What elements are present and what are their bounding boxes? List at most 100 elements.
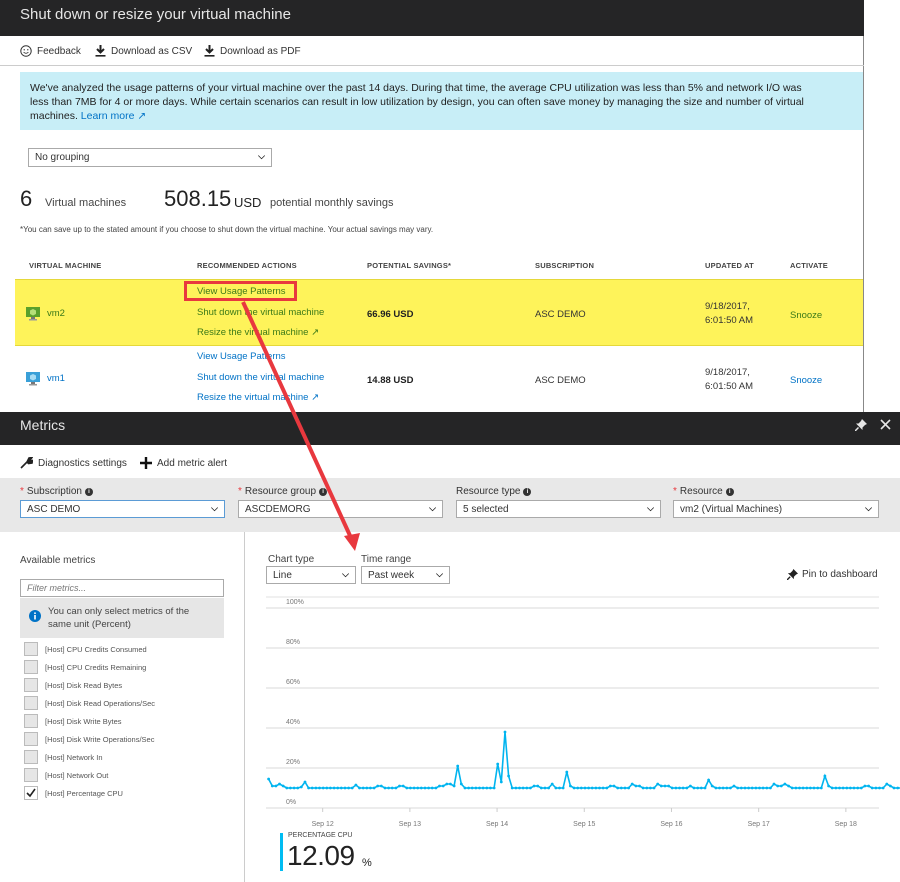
data-point xyxy=(594,786,598,790)
data-point xyxy=(714,786,718,790)
data-point xyxy=(670,786,674,790)
data-point xyxy=(489,786,492,790)
data-point xyxy=(689,784,692,788)
data-point xyxy=(849,786,852,790)
data-point xyxy=(438,784,441,788)
data-point xyxy=(470,786,474,790)
data-point xyxy=(398,784,401,788)
x-tick-label: Sep 15 xyxy=(573,821,595,828)
data-point xyxy=(769,786,772,790)
data-point xyxy=(350,786,354,790)
data-point xyxy=(867,784,870,788)
data-point xyxy=(390,786,394,790)
data-point xyxy=(601,786,605,790)
data-point xyxy=(539,786,543,790)
data-point xyxy=(299,785,303,789)
data-point xyxy=(874,786,878,790)
data-point xyxy=(329,786,332,790)
data-point xyxy=(427,786,430,790)
data-point xyxy=(776,784,780,788)
x-tick-label: Sep 14 xyxy=(486,821,508,828)
data-point xyxy=(518,786,521,790)
y-tick-label: 80% xyxy=(286,639,300,646)
data-point xyxy=(565,770,569,774)
data-point xyxy=(801,786,805,790)
data-point xyxy=(598,786,601,790)
data-point xyxy=(870,786,874,790)
data-point xyxy=(612,784,616,788)
data-point xyxy=(845,786,849,790)
data-point xyxy=(267,777,270,781)
x-tick-label: Sep 17 xyxy=(748,821,770,828)
data-point xyxy=(325,786,329,790)
data-point xyxy=(507,774,510,778)
data-point xyxy=(499,780,503,784)
data-point xyxy=(641,786,645,790)
data-point xyxy=(452,784,456,788)
data-point xyxy=(736,786,740,790)
data-point xyxy=(303,780,307,784)
data-point xyxy=(674,786,678,790)
data-point xyxy=(314,786,318,790)
data-point xyxy=(445,782,449,786)
data-point xyxy=(310,786,314,790)
data-point xyxy=(354,783,358,787)
data-point xyxy=(336,786,340,790)
data-point xyxy=(456,764,460,768)
data-point xyxy=(889,784,892,788)
y-tick-label: 100% xyxy=(286,599,304,606)
data-point xyxy=(856,786,860,790)
data-point xyxy=(423,786,427,790)
data-point xyxy=(430,786,434,790)
data-point xyxy=(619,786,623,790)
data-point xyxy=(678,786,681,790)
data-point xyxy=(496,762,500,766)
data-point xyxy=(725,786,729,790)
data-point xyxy=(710,784,714,788)
x-tick-label: Sep 12 xyxy=(312,821,334,828)
data-point xyxy=(321,786,325,790)
data-point xyxy=(761,786,765,790)
data-point xyxy=(307,786,310,790)
x-tick-label: Sep 13 xyxy=(399,821,421,828)
data-point xyxy=(481,786,485,790)
data-point xyxy=(627,786,630,790)
kpi-unit: % xyxy=(362,857,372,869)
data-point xyxy=(579,786,583,790)
data-point xyxy=(576,786,580,790)
data-point xyxy=(467,786,470,790)
data-point xyxy=(379,784,383,788)
y-tick-label: 60% xyxy=(286,679,300,686)
kpi-value: 12.09 xyxy=(287,840,355,871)
data-point xyxy=(609,784,612,788)
data-point xyxy=(892,786,896,790)
data-point xyxy=(841,786,845,790)
data-point xyxy=(529,786,532,790)
data-point xyxy=(485,786,489,790)
data-point xyxy=(416,786,420,790)
data-point xyxy=(296,786,300,790)
data-point xyxy=(587,786,590,790)
data-point xyxy=(339,786,343,790)
data-point xyxy=(376,784,380,788)
data-point xyxy=(550,782,554,786)
data-point xyxy=(387,786,390,790)
data-point xyxy=(583,786,587,790)
data-point xyxy=(663,784,667,788)
data-point xyxy=(292,786,296,790)
kpi-color-bar xyxy=(280,833,283,871)
data-point xyxy=(859,786,863,790)
data-point xyxy=(805,786,809,790)
data-point xyxy=(681,786,685,790)
data-point xyxy=(885,782,889,786)
x-tick-label: Sep 18 xyxy=(835,821,857,828)
data-point xyxy=(707,778,710,782)
data-point xyxy=(383,786,387,790)
data-point xyxy=(696,786,700,790)
kpi-label: PERCENTAGE CPU xyxy=(288,832,353,839)
data-point xyxy=(289,786,292,790)
data-point xyxy=(412,786,416,790)
data-point xyxy=(274,784,278,788)
data-point xyxy=(532,784,536,788)
data-point xyxy=(270,784,274,788)
